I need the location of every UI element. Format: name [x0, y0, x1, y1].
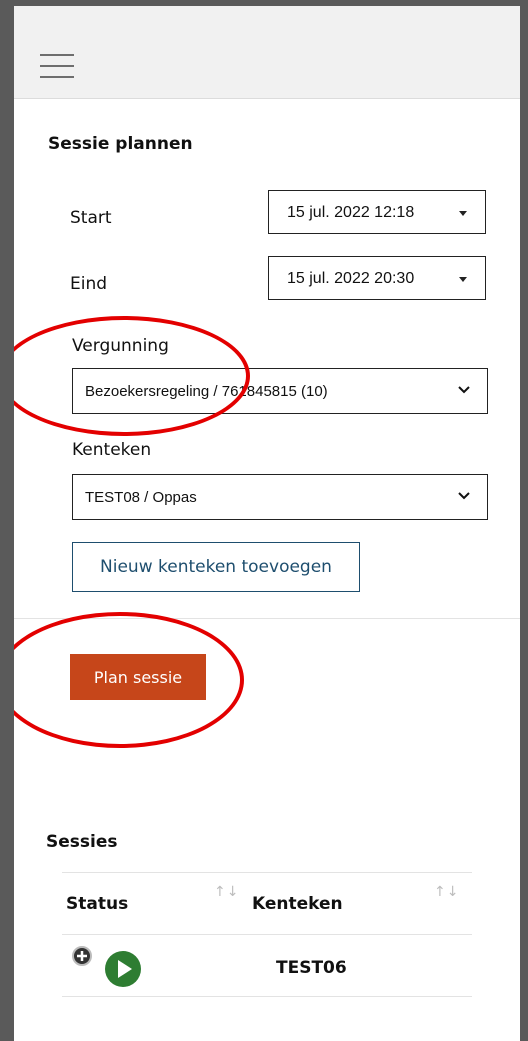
caret-down-icon: [459, 277, 467, 282]
play-icon[interactable]: [104, 950, 142, 988]
sort-status-icon[interactable]: ↑↓: [214, 884, 239, 900]
vergunning-value: Bezoekersregeling / 761845815 (10): [85, 383, 328, 400]
chevron-down-icon: [458, 386, 470, 394]
add-kenteken-button[interactable]: Nieuw kenteken toevoegen: [72, 542, 360, 592]
end-datetime-value: 15 jul. 2022 20:30: [287, 270, 415, 287]
vergunning-select[interactable]: Bezoekersregeling / 761845815 (10): [72, 368, 488, 414]
table-top-border: [62, 872, 472, 873]
form-title: Sessie plannen: [48, 134, 193, 154]
column-header-status[interactable]: Status: [66, 894, 128, 914]
start-datetime-field[interactable]: 15 jul. 2022 12:18: [268, 190, 486, 234]
chevron-down-icon: [458, 492, 470, 500]
session-kenteken-cell: TEST06: [276, 958, 347, 978]
end-label: Eind: [70, 274, 108, 294]
section-divider: [14, 618, 520, 619]
kenteken-select[interactable]: TEST08 / Oppas: [72, 474, 488, 520]
vergunning-label: Vergunning: [72, 336, 169, 356]
plan-session-button[interactable]: Plan sessie: [70, 654, 206, 700]
caret-down-icon: [459, 211, 467, 216]
column-header-kenteken[interactable]: Kenteken: [252, 894, 343, 914]
plus-circle-icon[interactable]: [72, 946, 92, 966]
hamburger-menu-icon[interactable]: [40, 54, 74, 80]
sort-kenteken-icon[interactable]: ↑↓: [434, 884, 459, 900]
kenteken-value: TEST08 / Oppas: [85, 489, 197, 506]
top-bar: [14, 6, 520, 99]
start-label: Start: [70, 208, 112, 228]
table-row-border: [62, 996, 472, 997]
start-datetime-value: 15 jul. 2022 12:18: [287, 204, 415, 221]
app-window: Sessie plannen Start 15 jul. 2022 12:18 …: [14, 6, 520, 1041]
end-datetime-field[interactable]: 15 jul. 2022 20:30: [268, 256, 486, 300]
table-header-border: [62, 934, 472, 935]
kenteken-label: Kenteken: [72, 440, 152, 460]
sessions-title: Sessies: [46, 832, 118, 852]
